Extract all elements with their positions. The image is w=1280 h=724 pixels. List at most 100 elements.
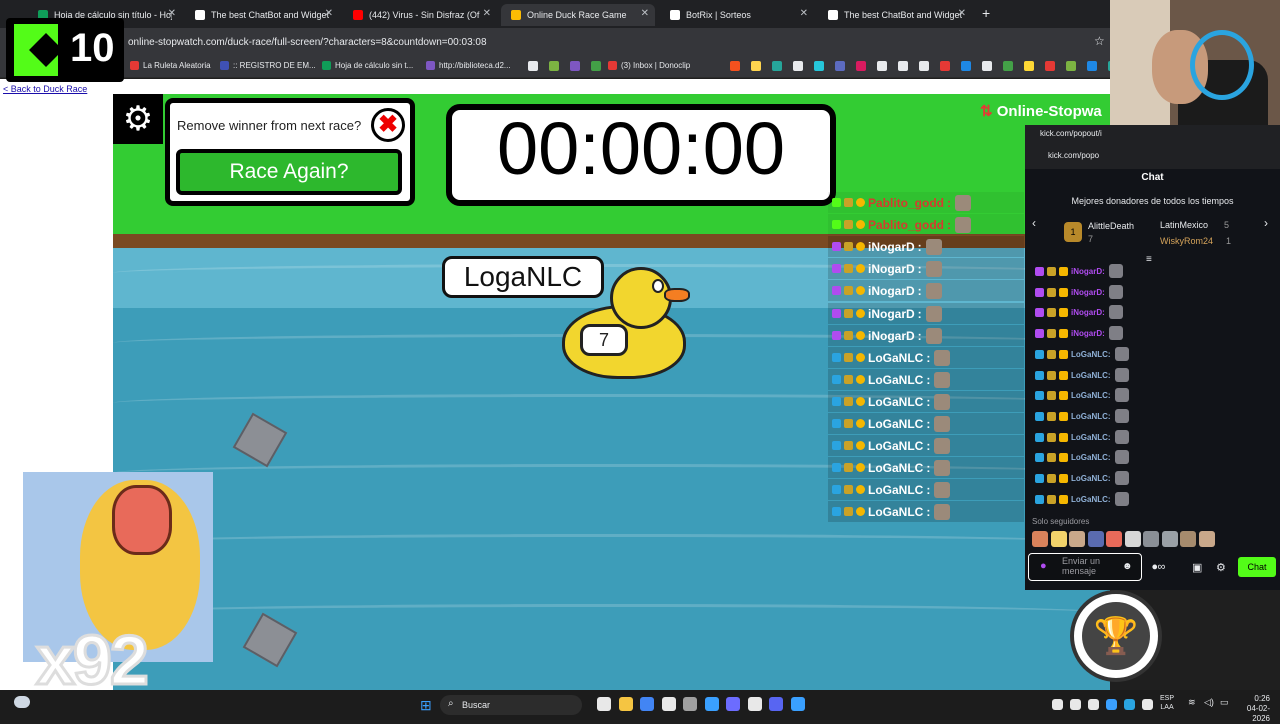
bookmark-icon[interactable] <box>961 61 971 71</box>
weather-icon[interactable] <box>14 696 30 708</box>
browser-tab[interactable]: The best ChatBot and Widgets ✕ <box>818 4 972 26</box>
close-tab-icon[interactable]: ✕ <box>483 8 491 19</box>
bookmark-icon[interactable] <box>549 61 559 71</box>
browser-tab[interactable]: Online Duck Race Game ✕ <box>501 4 655 26</box>
bookmark-icon[interactable] <box>835 61 845 71</box>
tray-icon[interactable] <box>1106 699 1117 710</box>
taskbar-app-icon[interactable] <box>769 697 783 711</box>
chat-username[interactable]: LoGaNLC: <box>1071 391 1111 400</box>
emote-option[interactable] <box>1161 531 1178 547</box>
bookmark-icon[interactable] <box>1066 61 1076 71</box>
browser-tab[interactable]: The best ChatBot and Widgets ✕ <box>185 4 339 26</box>
tray-icon[interactable] <box>1088 699 1099 710</box>
taskbar-app-icon[interactable] <box>640 697 654 711</box>
taskbar-app-icon[interactable] <box>726 697 740 711</box>
settings-gear-icon[interactable]: ⚙ <box>113 94 163 144</box>
close-tab-icon[interactable]: ✕ <box>958 8 966 19</box>
bookmark-item[interactable]: (3) Inbox | Donoclip <box>608 61 690 70</box>
bookmark-item[interactable]: La Ruleta Aleatoria <box>130 61 211 70</box>
bookmark-icon[interactable] <box>591 61 601 71</box>
bookmark-item[interactable]: :: REGISTRO DE EM... <box>220 61 316 70</box>
chat-username[interactable]: LoGaNLC: <box>1071 474 1111 483</box>
battery-icon[interactable]: ▭ <box>1220 697 1229 708</box>
emote-option[interactable] <box>1087 531 1104 547</box>
bookmark-icon[interactable] <box>570 61 580 71</box>
taskbar-app-icon[interactable] <box>747 697 762 711</box>
chat-username[interactable]: iNogarD: <box>1071 267 1105 276</box>
chat-message[interactable]: LoGaNLC: <box>1035 448 1129 466</box>
taskbar-search[interactable]: Buscar <box>440 695 582 715</box>
chat-message[interactable]: iNogarD: <box>1035 283 1123 301</box>
chat-username[interactable]: LoGaNLC: <box>1071 495 1111 504</box>
taskbar-app-icon[interactable] <box>683 697 697 711</box>
bookmark-icon[interactable] <box>940 61 950 71</box>
chat-username[interactable]: LoGaNLC: <box>1071 453 1111 462</box>
send-chat-button[interactable]: Chat <box>1238 557 1276 577</box>
bookmark-icon[interactable] <box>1003 61 1013 71</box>
emote-option[interactable] <box>1180 531 1196 547</box>
bookmark-icon[interactable] <box>919 61 929 71</box>
settings-icon[interactable]: ⚙ <box>1216 561 1226 574</box>
collapse-icon[interactable]: ≡ <box>1146 254 1152 265</box>
points-icon[interactable]: ⦁∞ <box>1152 561 1165 574</box>
new-tab-button[interactable]: + <box>982 5 990 21</box>
store-icon[interactable]: ▣ <box>1192 561 1202 574</box>
chat-username[interactable]: iNogarD: <box>1071 288 1105 297</box>
chevron-left-icon[interactable]: ‹ <box>1032 216 1036 230</box>
bookmark-icon[interactable] <box>1045 61 1055 71</box>
close-tab-icon[interactable]: ✕ <box>168 8 176 19</box>
chat-url-field[interactable]: kick.com/popo <box>1048 151 1099 160</box>
bookmark-icon[interactable] <box>877 61 887 71</box>
emote-option[interactable] <box>1032 531 1048 547</box>
taskbar-app-icon[interactable] <box>597 697 611 711</box>
browser-tab[interactable]: (442) Virus - Sin Disfraz (Of ✕ <box>343 4 497 26</box>
race-again-button[interactable]: Race Again? <box>176 149 402 195</box>
chat-message[interactable]: LoGaNLC: <box>1035 366 1129 384</box>
chat-username[interactable]: LoGaNLC: <box>1071 350 1111 359</box>
taskbar-app-icon[interactable] <box>661 697 676 711</box>
chat-message[interactable]: iNogarD: <box>1035 324 1123 342</box>
close-tab-icon[interactable]: ✕ <box>641 8 649 19</box>
bookmark-icon[interactable] <box>982 61 992 71</box>
url-field[interactable]: online-stopwatch.com/duck-race/full-scre… <box>128 37 487 48</box>
back-to-duck-race-link[interactable]: < Back to Duck Race <box>3 84 87 94</box>
chat-message[interactable]: LoGaNLC: <box>1035 490 1129 508</box>
close-tab-icon[interactable]: ✕ <box>800 8 808 19</box>
bookmark-icon[interactable] <box>898 61 908 71</box>
bookmark-item[interactable]: Hoja de cálculo sin t... <box>322 61 413 70</box>
bookmark-icon[interactable] <box>730 61 740 71</box>
close-tab-icon[interactable]: ✕ <box>325 8 333 19</box>
taskbar-app-icon[interactable] <box>790 697 805 711</box>
tray-icon[interactable] <box>1052 699 1063 710</box>
emote-option[interactable] <box>1124 531 1141 547</box>
emote-option[interactable] <box>1050 531 1067 547</box>
chevron-right-icon[interactable]: › <box>1264 216 1268 230</box>
chat-message[interactable]: iNogarD: <box>1035 303 1123 321</box>
bookmark-item[interactable]: http://biblioteca.d2... <box>426 61 511 70</box>
chat-username[interactable]: LoGaNLC: <box>1071 371 1111 380</box>
chat-username[interactable]: iNogarD: <box>1071 308 1105 317</box>
chat-message[interactable]: iNogarD: <box>1035 262 1123 280</box>
chat-message[interactable]: LoGaNLC: <box>1035 386 1129 404</box>
bookmark-icon[interactable] <box>751 61 761 71</box>
chat-message[interactable]: LoGaNLC: <box>1035 345 1129 363</box>
bookmark-star-icon[interactable]: ☆ <box>1094 34 1105 48</box>
bookmark-icon[interactable] <box>793 61 803 71</box>
bookmark-icon[interactable] <box>1024 61 1034 71</box>
windows-start-icon[interactable]: ⊞ <box>420 697 432 714</box>
bookmark-icon[interactable] <box>856 61 866 71</box>
wifi-icon[interactable]: ≋ <box>1188 697 1196 708</box>
browser-tab[interactable]: BotRix | Sorteos ✕ <box>660 4 814 26</box>
remove-winner-toggle-icon[interactable]: ✖ <box>371 108 405 142</box>
tray-icon[interactable] <box>1142 699 1153 710</box>
emote-option[interactable] <box>1106 531 1122 547</box>
bookmark-icon[interactable] <box>1087 61 1097 71</box>
chat-username[interactable]: iNogarD: <box>1071 329 1105 338</box>
chat-message[interactable]: LoGaNLC: <box>1035 469 1129 487</box>
chat-message[interactable]: LoGaNLC: <box>1035 428 1129 446</box>
volume-icon[interactable]: ◁) <box>1204 697 1214 708</box>
emote-option[interactable] <box>1198 531 1215 547</box>
bookmark-icon[interactable] <box>772 61 782 71</box>
taskbar-app-icon[interactable] <box>704 697 719 711</box>
chat-username[interactable]: LoGaNLC: <box>1071 433 1111 442</box>
